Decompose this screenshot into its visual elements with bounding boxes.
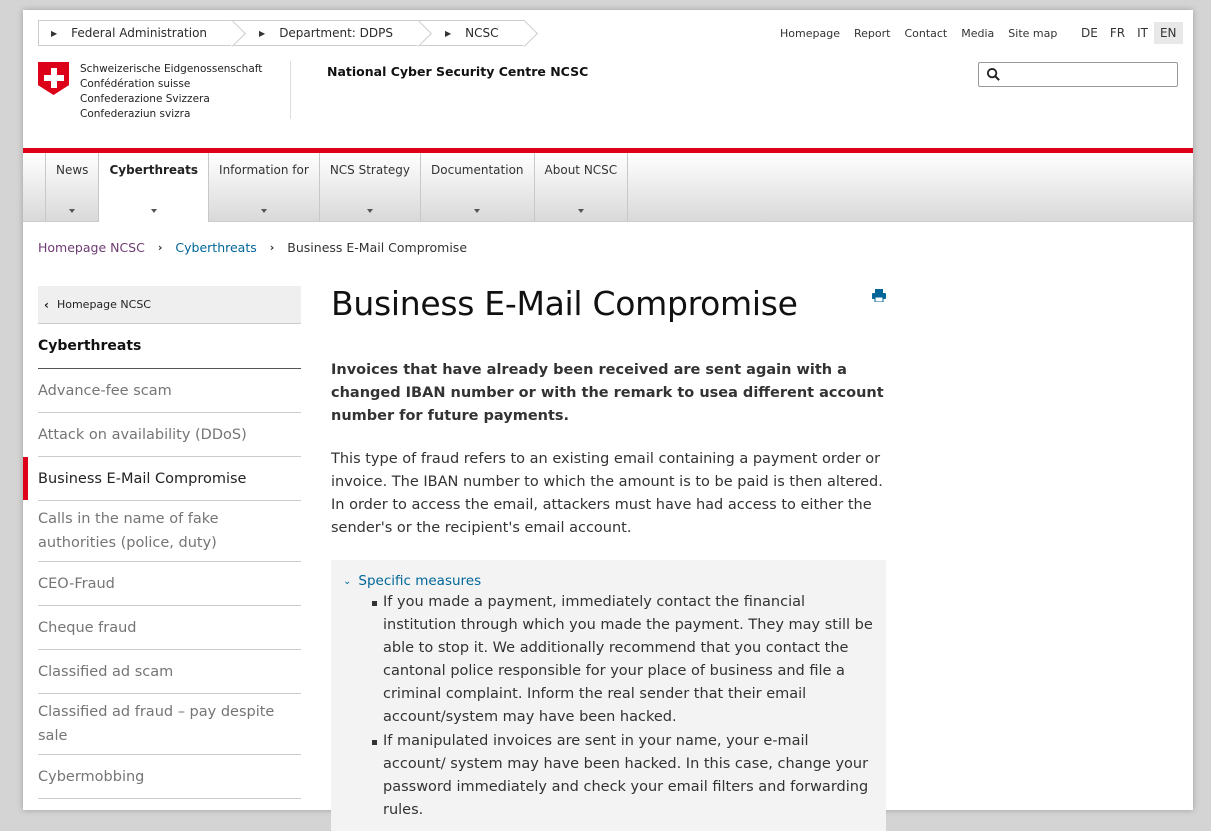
accordion-toggle[interactable]: ⌄ Specific measures [343, 573, 874, 589]
body-paragraph: This type of fraud refers to an existing… [331, 451, 883, 536]
triangle-right-icon: ▶ [445, 28, 452, 38]
top-breadcrumb: ▶ Federal Administration ▶ Department: D… [38, 20, 525, 46]
nav-information-for[interactable]: Information for [208, 153, 319, 222]
top-link-report[interactable]: Report [854, 27, 890, 40]
caret-down-icon [366, 209, 373, 213]
top-crumb-ncsc[interactable]: ▶ NCSC [419, 20, 525, 46]
nav-news[interactable]: News [45, 153, 98, 222]
breadcrumb-cyberthreats[interactable]: Cyberthreats [175, 240, 256, 255]
sidebar-item-cybermobbing[interactable]: Cybermobbing [38, 755, 301, 799]
nav-cyberthreats[interactable]: Cyberthreats [98, 153, 209, 222]
lead-paragraph: Invoices that have already been received… [331, 362, 884, 424]
main-navigation: News Cyberthreats Information for NCS St… [23, 153, 1193, 222]
sidebar-item-ceo-fraud[interactable]: CEO-Fraud [38, 562, 301, 606]
top-links: Homepage Report Contact Media Site map [780, 27, 1057, 40]
print-icon[interactable] [872, 289, 886, 302]
lang-it[interactable]: IT [1131, 22, 1154, 44]
top-crumb-federal-administration[interactable]: ▶ Federal Administration [38, 20, 234, 46]
nav-documentation[interactable]: Documentation [420, 153, 534, 222]
search-icon [986, 67, 1000, 81]
top-link-site-map[interactable]: Site map [1008, 27, 1057, 40]
chevron-right-icon: › [157, 241, 163, 254]
sidebar-heading: Cyberthreats [38, 324, 301, 369]
sidebar-back-link[interactable]: ‹ Homepage NCSC [38, 286, 301, 324]
sidebar: ‹ Homepage NCSC Cyberthreats Advance-fee… [23, 286, 301, 799]
chevron-right-icon: › [269, 241, 275, 254]
sidebar-item-fake-authorities[interactable]: Calls in the name of fake authorities (p… [38, 501, 301, 562]
caret-down-icon [69, 209, 76, 213]
nav-ncs-strategy[interactable]: NCS Strategy [318, 153, 420, 222]
page: ▶ Federal Administration ▶ Department: D… [23, 10, 1193, 831]
top-link-homepage[interactable]: Homepage [780, 27, 840, 40]
breadcrumb-home[interactable]: Homepage NCSC [38, 240, 145, 255]
triangle-right-icon: ▶ [259, 28, 266, 38]
breadcrumb-current: Business E-Mail Compromise [287, 240, 468, 255]
main-content: Business E-Mail Compromise Invoices that… [331, 284, 886, 831]
brand-divider [290, 61, 291, 119]
sidebar-item-advance-fee-scam[interactable]: Advance-fee scam [38, 369, 301, 413]
caret-down-icon [474, 209, 481, 213]
caret-down-icon [260, 209, 267, 213]
nav-about-ncsc[interactable]: About NCSC [533, 153, 629, 222]
measures-list: If you made a payment, immediately conta… [343, 591, 874, 822]
sidebar-item-business-email-compromise[interactable]: Business E-Mail Compromise [23, 457, 301, 501]
sidebar-item-cheque-fraud[interactable]: Cheque fraud [38, 606, 301, 650]
triangle-right-icon: ▶ [51, 28, 58, 38]
top-link-media[interactable]: Media [961, 27, 994, 40]
caret-down-icon [577, 209, 584, 213]
list-item: If you made a payment, immediately conta… [372, 591, 874, 729]
brand-text: Schweizerische Eidgenossenschaft Confédé… [80, 63, 263, 120]
chevron-left-icon: ‹ [44, 297, 49, 312]
lang-en[interactable]: EN [1153, 22, 1183, 44]
page-title: Business E-Mail Compromise [331, 284, 798, 323]
lang-fr[interactable]: FR [1104, 22, 1131, 44]
sidebar-item-ddos[interactable]: Attack on availability (DDoS) [38, 413, 301, 457]
search-input[interactable] [978, 62, 1178, 87]
federal-logo[interactable]: Schweizerische Eidgenossenschaft Confédé… [38, 62, 262, 122]
org-title: National Cyber Security Centre NCSC [327, 64, 589, 79]
language-switcher: DE FR IT EN [1075, 22, 1183, 44]
breadcrumb: Homepage NCSC › Cyberthreats › Business … [38, 240, 467, 255]
top-crumb-department[interactable]: ▶ Department: DDPS [233, 20, 419, 46]
sidebar-item-classified-ad-fraud[interactable]: Classified ad fraud – pay despite sale [38, 694, 301, 755]
lang-de[interactable]: DE [1075, 22, 1104, 44]
caret-down-icon [150, 209, 157, 213]
list-item: If manipulated invoices are sent in your… [372, 730, 874, 822]
top-link-contact[interactable]: Contact [904, 27, 947, 40]
chevron-down-icon: ⌄ [343, 575, 352, 587]
accordion-specific-measures: ⌄ Specific measures If you made a paymen… [331, 560, 886, 831]
sidebar-item-classified-ad-scam[interactable]: Classified ad scam [38, 650, 301, 694]
swiss-cross-icon [38, 62, 69, 95]
